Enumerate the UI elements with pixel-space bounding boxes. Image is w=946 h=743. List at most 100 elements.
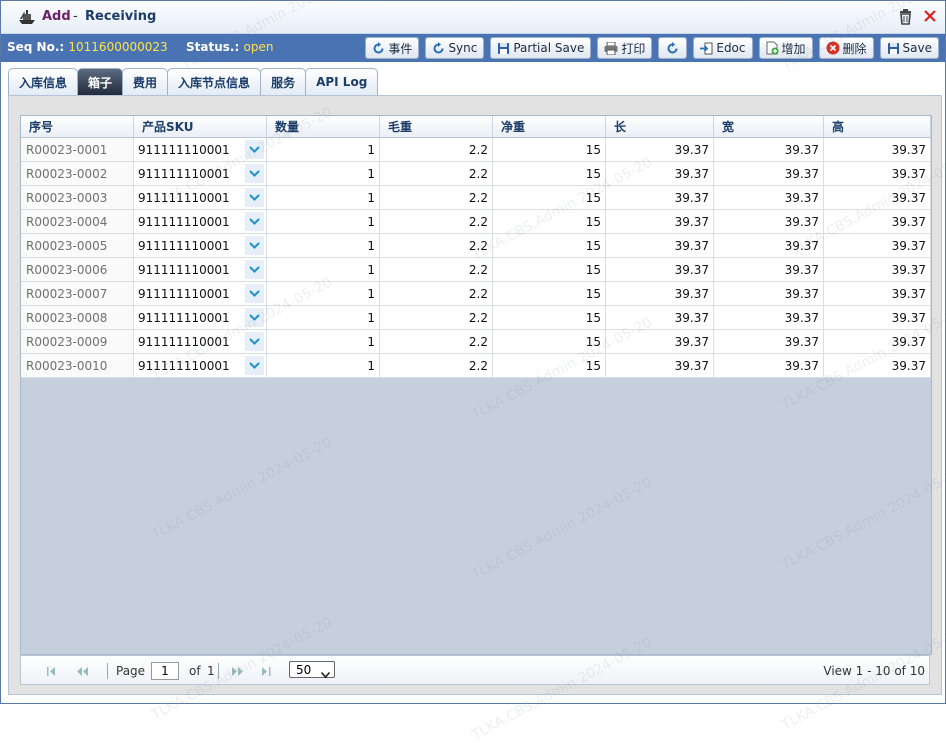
table-cell[interactable]: 39.37 (714, 282, 824, 305)
chevron-down-icon[interactable] (245, 260, 264, 279)
table-cell[interactable]: R00023-0010 (21, 354, 134, 377)
table-cell[interactable]: 15 (493, 306, 606, 329)
sku-select[interactable]: 911111110001 (134, 138, 267, 161)
table-cell[interactable]: 39.37 (714, 306, 824, 329)
table-cell[interactable]: 2.2 (380, 234, 493, 257)
sku-select[interactable]: 911111110001 (134, 354, 267, 377)
table-cell[interactable]: 39.37 (606, 210, 714, 233)
table-row[interactable]: R00023-0009 911111110001 1 2.2 15 39.37 39.37 3… (21, 330, 931, 354)
table-row[interactable]: R00023-0001 911111110001 1 2.2 15 39.37 39.37 3… (21, 138, 931, 162)
table-cell[interactable]: 2.2 (380, 258, 493, 281)
table-cell[interactable]: 39.37 (824, 138, 931, 161)
sku-select[interactable]: 911111110001 (134, 258, 267, 281)
column-header[interactable]: 毛重 (380, 116, 493, 137)
table-cell[interactable]: 2.2 (380, 282, 493, 305)
table-cell[interactable]: 15 (493, 258, 606, 281)
chevron-down-icon[interactable] (245, 332, 264, 351)
table-cell[interactable]: 1 (267, 210, 380, 233)
prev-page-icon[interactable] (77, 665, 89, 679)
table-cell[interactable]: 39.37 (824, 234, 931, 257)
table-row[interactable]: R00023-0004 911111110001 1 2.2 15 39.37 39.37 3… (21, 210, 931, 234)
table-cell[interactable]: 39.37 (606, 330, 714, 353)
column-header[interactable]: 净重 (493, 116, 606, 137)
last-page-icon[interactable] (261, 665, 271, 679)
table-cell[interactable]: 2.2 (380, 330, 493, 353)
table-cell[interactable]: 39.37 (824, 258, 931, 281)
print-button[interactable]: 打印 (597, 37, 653, 59)
table-cell[interactable]: 1 (267, 162, 380, 185)
events-button[interactable]: 事件 (365, 37, 420, 59)
chevron-down-icon[interactable] (245, 140, 264, 159)
table-cell[interactable]: 39.37 (606, 162, 714, 185)
table-cell[interactable]: 39.37 (824, 306, 931, 329)
column-header[interactable]: 高 (824, 116, 931, 137)
table-cell[interactable]: 39.37 (714, 234, 824, 257)
chevron-down-icon[interactable] (245, 356, 264, 375)
column-header[interactable]: 数量 (267, 116, 380, 137)
refresh-button[interactable] (658, 37, 688, 59)
table-cell[interactable]: 39.37 (606, 306, 714, 329)
table-cell[interactable]: 39.37 (714, 210, 824, 233)
table-cell[interactable]: R00023-0004 (21, 210, 134, 233)
table-cell[interactable]: R00023-0005 (21, 234, 134, 257)
table-cell[interactable]: 2.2 (380, 210, 493, 233)
add-button[interactable]: 增加 (758, 37, 813, 59)
table-cell[interactable]: 39.37 (714, 162, 824, 185)
table-cell[interactable]: 15 (493, 138, 606, 161)
table-cell[interactable]: 15 (493, 210, 606, 233)
table-cell[interactable]: R00023-0007 (21, 282, 134, 305)
edoc-button[interactable]: Edoc (693, 37, 753, 59)
table-cell[interactable]: 39.37 (714, 186, 824, 209)
sku-select[interactable]: 911111110001 (134, 162, 267, 185)
first-page-icon[interactable] (47, 665, 57, 679)
chevron-down-icon[interactable] (245, 284, 264, 303)
tab-services[interactable]: 服务 (260, 68, 307, 95)
chevron-down-icon[interactable] (245, 188, 264, 207)
tab-api-log[interactable]: API Log (305, 68, 379, 95)
table-cell[interactable]: 39.37 (824, 330, 931, 353)
save-button[interactable]: Save (879, 37, 939, 59)
column-header[interactable]: 序号 (21, 116, 134, 137)
tab-receiving-info[interactable]: 入库信息 (8, 68, 79, 95)
chevron-down-icon[interactable] (245, 212, 264, 231)
column-header[interactable]: 长 (606, 116, 714, 137)
table-cell[interactable]: 1 (267, 282, 380, 305)
column-header[interactable]: 宽 (714, 116, 824, 137)
tab-fees[interactable]: 费用 (122, 68, 169, 95)
table-cell[interactable]: 39.37 (714, 258, 824, 281)
table-cell[interactable]: 1 (267, 138, 380, 161)
table-row[interactable]: R00023-0007 911111110001 1 2.2 15 39.37 39.37 3… (21, 282, 931, 306)
table-row[interactable]: R00023-0003 911111110001 1 2.2 15 39.37 39.37 3… (21, 186, 931, 210)
table-cell[interactable]: R00023-0006 (21, 258, 134, 281)
chevron-down-icon[interactable] (245, 308, 264, 327)
table-cell[interactable]: 2.2 (380, 306, 493, 329)
table-cell[interactable]: 39.37 (606, 354, 714, 377)
table-cell[interactable]: R00023-0009 (21, 330, 134, 353)
table-row[interactable]: R00023-0002 911111110001 1 2.2 15 39.37 39.37 3… (21, 162, 931, 186)
table-cell[interactable]: 1 (267, 258, 380, 281)
sku-select[interactable]: 911111110001 (134, 186, 267, 209)
sku-select[interactable]: 911111110001 (134, 330, 267, 353)
table-cell[interactable]: 39.37 (606, 234, 714, 257)
table-row[interactable]: R00023-0005 911111110001 1 2.2 15 39.37 39.37 3… (21, 234, 931, 258)
table-cell[interactable]: 15 (493, 234, 606, 257)
table-row[interactable]: R00023-0010 911111110001 1 2.2 15 39.37 39.37 3… (21, 354, 931, 378)
table-cell[interactable]: 1 (267, 306, 380, 329)
table-cell[interactable]: 39.37 (824, 186, 931, 209)
table-cell[interactable]: 39.37 (824, 282, 931, 305)
table-cell[interactable]: 2.2 (380, 354, 493, 377)
table-cell[interactable]: 15 (493, 162, 606, 185)
page-input[interactable]: 1 (151, 662, 179, 680)
table-row[interactable]: R00023-0006 911111110001 1 2.2 15 39.37 39.37 3… (21, 258, 931, 282)
table-cell[interactable]: 1 (267, 234, 380, 257)
page-size-select[interactable]: 50 (289, 661, 335, 679)
table-cell[interactable]: 39.37 (714, 138, 824, 161)
sku-select[interactable]: 911111110001 (134, 306, 267, 329)
table-cell[interactable]: 15 (493, 282, 606, 305)
next-page-icon[interactable] (231, 665, 243, 679)
close-icon[interactable] (923, 9, 937, 28)
table-cell[interactable]: 39.37 (606, 282, 714, 305)
table-row[interactable]: R00023-0008 911111110001 1 2.2 15 39.37 39.37 3… (21, 306, 931, 330)
table-cell[interactable]: R00023-0001 (21, 138, 134, 161)
trash-icon[interactable] (898, 9, 913, 28)
